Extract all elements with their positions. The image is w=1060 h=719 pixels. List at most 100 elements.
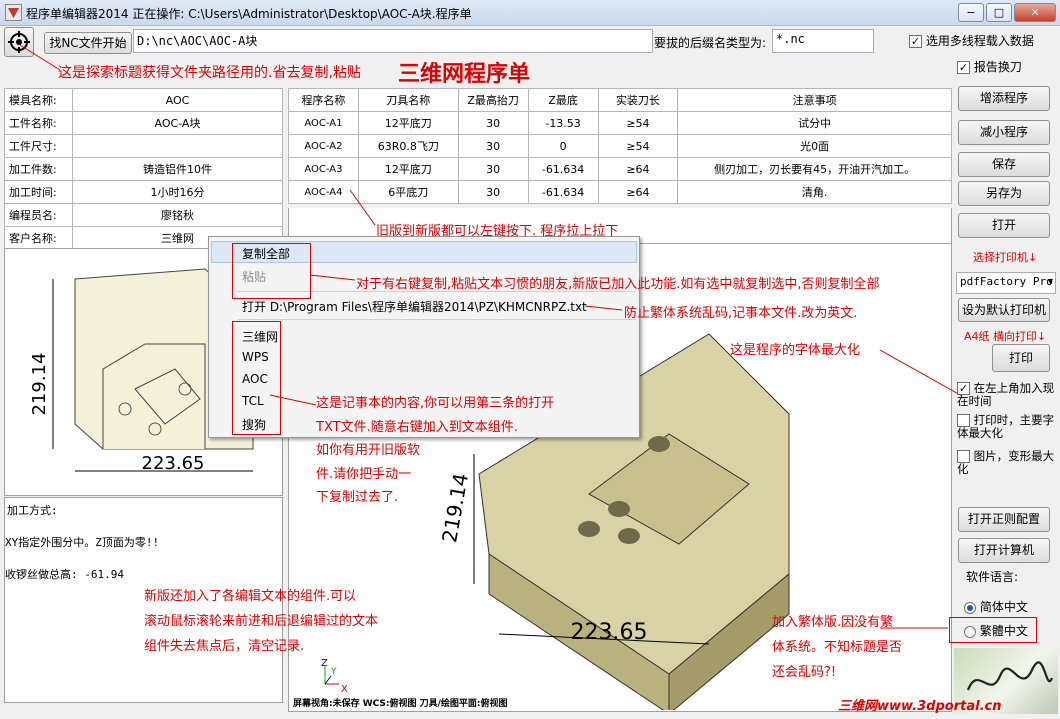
save-button[interactable]: 保存 bbox=[958, 152, 1050, 177]
annotation-history-line: 滚动鼠标滚轮来前进和后退编辑过的文本 bbox=[144, 614, 379, 629]
info-label: 加工时间: bbox=[4, 180, 73, 204]
info-row: 工件名称: AOC-A块 bbox=[4, 111, 283, 135]
column-header[interactable]: 注意事项 bbox=[677, 88, 952, 112]
table-cell[interactable]: AOC-A4 bbox=[288, 180, 359, 204]
menu-separator bbox=[238, 319, 636, 320]
suffix-input[interactable]: *.nc bbox=[772, 29, 874, 53]
notes-line-2: 收锣丝做总高: -61.94 bbox=[5, 568, 124, 581]
language-traditional-radio[interactable]: 繁體中文 bbox=[964, 622, 1028, 639]
annotation-notepad-line: 这是记事本的内容,你可以用第三条的打开 bbox=[316, 396, 555, 411]
table-cell[interactable]: -61.634 bbox=[527, 180, 599, 204]
table-cell[interactable]: 光0面 bbox=[677, 134, 952, 158]
view-status-bar: 屏幕视角:未保存 WCS:俯视图 刀具/绘图平面:俯视图 bbox=[293, 699, 508, 709]
chevron-down-icon: ▼ bbox=[1047, 277, 1053, 287]
remove-program-button[interactable]: 减小程序 bbox=[958, 120, 1050, 145]
menu-item-open-txt[interactable]: 打开 D:\Program Files\程序单编辑器2014\PZ\KHMCNR… bbox=[242, 298, 587, 315]
annotation-notepad-line: 如你有用开旧版软 bbox=[316, 443, 421, 458]
info-value[interactable]: 1小时16分 bbox=[72, 180, 283, 204]
annotation-notepad-line: TXT文件.随意右键加入到文本组件. bbox=[316, 419, 518, 435]
multithread-label: 选用多线程载入数据 bbox=[925, 34, 1034, 48]
radio-unselected-icon bbox=[964, 625, 976, 638]
column-header[interactable]: 实装刀长 bbox=[597, 88, 679, 112]
table-cell[interactable]: 0 bbox=[527, 134, 599, 158]
axis-y-label: Y bbox=[330, 667, 337, 677]
table-cell[interactable]: 30 bbox=[457, 111, 529, 135]
set-default-printer-button[interactable]: 设为默认打印机 bbox=[958, 298, 1050, 322]
table-cell[interactable]: 12平底刀 bbox=[357, 157, 459, 181]
table-row[interactable]: AOC-A1 12平底刀 30 -13.53 ≥54 试分中 bbox=[288, 111, 952, 135]
table-cell[interactable]: 侧刃加工，刃长要有45，开油开汽加工。 bbox=[677, 157, 952, 181]
info-value[interactable]: AOC bbox=[72, 88, 283, 112]
table-cell[interactable]: ≥54 bbox=[597, 134, 679, 158]
info-value[interactable]: 铸造铝件10件 bbox=[72, 157, 283, 181]
axis-triad-icon: Z X Y bbox=[321, 658, 348, 695]
table-cell[interactable]: ≥64 bbox=[597, 180, 679, 204]
checkbox-checked-icon: ✓ bbox=[909, 35, 922, 48]
table-cell[interactable]: AOC-A3 bbox=[288, 157, 359, 181]
watermark: 三维网www.3dportal.cn bbox=[838, 699, 1002, 714]
open-button[interactable]: 打开 bbox=[958, 213, 1050, 238]
table-cell[interactable]: 12平底刀 bbox=[357, 111, 459, 135]
option-image-max[interactable]: 图片，变形最大化 bbox=[957, 450, 1057, 476]
table-cell[interactable]: ≥64 bbox=[597, 157, 679, 181]
option-add-time[interactable]: ✓ 在左上角加入现在时间 bbox=[957, 382, 1057, 408]
table-row[interactable]: AOC-A2 63R0.8飞刀 30 0 ≥54 光0面 bbox=[288, 134, 952, 158]
info-label: 模具名称: bbox=[4, 88, 73, 112]
column-header[interactable]: 程序名称 bbox=[288, 88, 359, 112]
table-row[interactable]: AOC-A3 12平底刀 30 -61.634 ≥64 侧刃加工，刃长要有45，开油开汽加… bbox=[288, 157, 952, 181]
save-as-button[interactable]: 另存为 bbox=[958, 181, 1050, 206]
table-cell[interactable]: 30 bbox=[457, 157, 529, 181]
info-value[interactable] bbox=[72, 134, 283, 158]
info-value[interactable]: AOC-A块 bbox=[72, 111, 283, 135]
close-button[interactable]: ✕ bbox=[1014, 3, 1056, 22]
annotation-box-items bbox=[232, 321, 281, 435]
option-font-max[interactable]: 打印时，主要字体最大化 bbox=[957, 414, 1057, 440]
option-font-max-label: 打印时，主要字体最大化 bbox=[957, 413, 1055, 440]
column-header[interactable]: 刀具名称 bbox=[357, 88, 459, 112]
info-label: 加工件数: bbox=[4, 157, 73, 181]
minimize-button[interactable]: − bbox=[958, 3, 984, 22]
crosshair-icon bbox=[8, 31, 30, 53]
info-row: 加工件数: 铸造铝件10件 bbox=[4, 157, 283, 181]
table-row[interactable]: AOC-A4 6平底刀 30 -61.634 ≥64 清角. bbox=[288, 180, 952, 204]
model-dim-width: 223.65 bbox=[571, 620, 648, 645]
table-cell[interactable]: AOC-A1 bbox=[288, 111, 359, 135]
info-row: 加工时间: 1小时16分 bbox=[4, 180, 283, 204]
info-label: 编程员名: bbox=[4, 203, 73, 227]
table-cell[interactable]: -13.53 bbox=[527, 111, 599, 135]
open-regex-config-button[interactable]: 打开正则配置 bbox=[958, 507, 1050, 532]
multithread-checkbox[interactable]: ✓ 选用多线程载入数据 bbox=[909, 32, 1034, 49]
option-image-max-label: 图片，变形最大化 bbox=[957, 449, 1055, 476]
table-cell[interactable]: 63R0.8飞刀 bbox=[357, 134, 459, 158]
column-header[interactable]: Z最高抬刀 bbox=[457, 88, 529, 112]
find-nc-file-button[interactable]: 找NC文件开始 bbox=[44, 32, 132, 54]
table-cell[interactable]: 6平底刀 bbox=[357, 180, 459, 204]
column-header[interactable]: Z最底 bbox=[527, 88, 599, 112]
title-bar: 程序单编辑器2014 正在操作: C:\Users\Administrator\… bbox=[0, 0, 1060, 26]
info-row: 模具名称: AOC bbox=[4, 88, 283, 112]
table-cell[interactable]: -61.634 bbox=[527, 157, 599, 181]
add-program-button[interactable]: 增添程序 bbox=[958, 86, 1050, 111]
language-label: 软件语言: bbox=[966, 570, 1019, 584]
table-cell[interactable]: AOC-A2 bbox=[288, 134, 359, 158]
language-simplified-radio[interactable]: 简体中文 bbox=[964, 598, 1028, 615]
language-traditional-label: 繁體中文 bbox=[979, 624, 1028, 638]
table-cell[interactable]: 30 bbox=[457, 134, 529, 158]
radio-selected-icon bbox=[964, 601, 976, 614]
table-cell[interactable]: 30 bbox=[457, 180, 529, 204]
print-button[interactable]: 打印 bbox=[992, 344, 1050, 372]
maximize-button[interactable]: □ bbox=[986, 3, 1012, 22]
report-tool-change-checkbox[interactable]: ✓ 报告换刀 bbox=[957, 58, 1022, 75]
info-value[interactable]: 廖铭秋 bbox=[72, 203, 283, 227]
printer-select[interactable]: pdfFactory Pro ▼ bbox=[956, 272, 1056, 294]
folder-path-input[interactable]: D:\nc\AOC\AOC-A块 bbox=[133, 29, 653, 53]
crosshair-target-button[interactable] bbox=[4, 27, 34, 57]
table-cell[interactable]: ≥54 bbox=[597, 111, 679, 135]
drawing-dim-height: 219.14 bbox=[29, 353, 50, 416]
annotation-history-line: 组件失去焦点后，清空记录. bbox=[144, 639, 305, 654]
info-label: 客户名称: bbox=[4, 226, 73, 250]
table-cell[interactable]: 清角. bbox=[677, 180, 952, 204]
open-calculator-button[interactable]: 打开计算机 bbox=[958, 538, 1050, 563]
table-cell[interactable]: 试分中 bbox=[677, 111, 952, 135]
annotation-traditional-line: 还会乱码?! bbox=[772, 665, 837, 680]
